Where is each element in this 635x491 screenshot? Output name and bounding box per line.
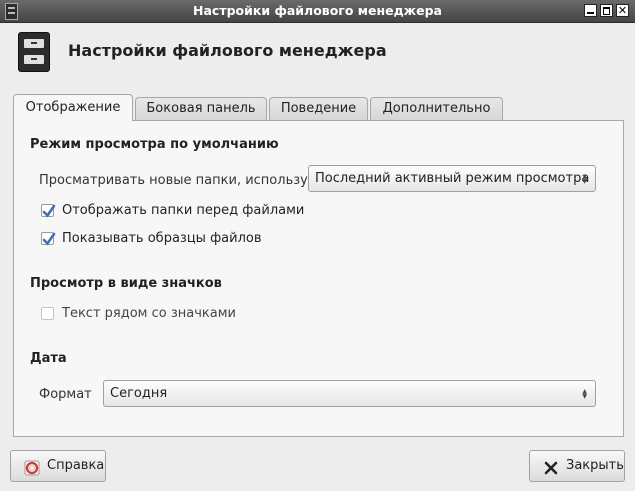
show-folders-first-label: Отображать папки перед файлами xyxy=(62,203,305,218)
tab-behavior[interactable]: Поведение xyxy=(269,97,368,120)
updown-arrows-icon: ▲ ▼ xyxy=(582,388,587,400)
drawer-shape xyxy=(24,55,44,64)
title-bar[interactable]: Настройки файлового менеджера ✕ xyxy=(0,0,635,23)
close-window-button[interactable]: ✕ xyxy=(616,4,629,17)
date-format-select[interactable]: Сегодня ▲ ▼ xyxy=(103,380,596,407)
checkbox-checked-icon[interactable] xyxy=(41,232,56,246)
close-button-label: Закрыть xyxy=(566,458,624,473)
lifebuoy-icon xyxy=(24,458,40,476)
help-button-label: Справка xyxy=(47,458,105,473)
checkbox-unchecked-icon[interactable] xyxy=(41,307,54,320)
date-format-label: Формат xyxy=(39,387,92,402)
show-folders-first-checkbox[interactable]: Отображать папки перед файлами xyxy=(41,203,341,219)
date-format-select-value: Сегодня xyxy=(110,386,168,401)
tab-display[interactable]: Отображение xyxy=(13,94,133,121)
tab-advanced[interactable]: Дополнительно xyxy=(370,97,503,120)
section-title-default-view: Режим просмотра по умолчанию xyxy=(30,137,279,152)
drawer-shape xyxy=(24,39,44,48)
window-title: Настройки файлового менеджера xyxy=(193,3,442,18)
tab-side-panel[interactable]: Боковая панель xyxy=(135,97,267,120)
section-title-date: Дата xyxy=(30,351,67,366)
help-button[interactable]: Справка xyxy=(10,450,106,482)
close-button[interactable]: Закрыть xyxy=(529,450,625,482)
show-thumbnails-checkbox[interactable]: Показывать образцы файлов xyxy=(41,231,341,247)
file-cabinet-icon xyxy=(18,32,50,72)
tab-panel-display: Режим просмотра по умолчанию Просматрива… xyxy=(13,120,624,437)
updown-arrows-icon: ▲ ▼ xyxy=(582,173,587,185)
show-thumbnails-label: Показывать образцы файлов xyxy=(62,231,262,246)
text-beside-icons-label: Текст рядом со значками xyxy=(62,306,236,321)
settings-window: Настройки файлового менеджера ✕ Настройк… xyxy=(0,0,635,491)
page-title: Настройки файлового менеджера xyxy=(68,41,387,60)
text-beside-icons-checkbox[interactable]: Текст рядом со значками xyxy=(41,306,341,322)
section-title-icon-view: Просмотр в виде значков xyxy=(30,276,222,291)
minimize-button[interactable] xyxy=(584,4,597,17)
view-mode-select-value: Последний активный режим просмотра xyxy=(315,171,590,186)
view-new-folders-label: Просматривать новые папки, используя: xyxy=(39,173,321,188)
checkbox-checked-icon[interactable] xyxy=(41,204,56,218)
maximize-button[interactable] xyxy=(600,4,613,17)
view-mode-select[interactable]: Последний активный режим просмотра ▲ ▼ xyxy=(308,165,596,192)
close-x-icon xyxy=(543,458,559,475)
